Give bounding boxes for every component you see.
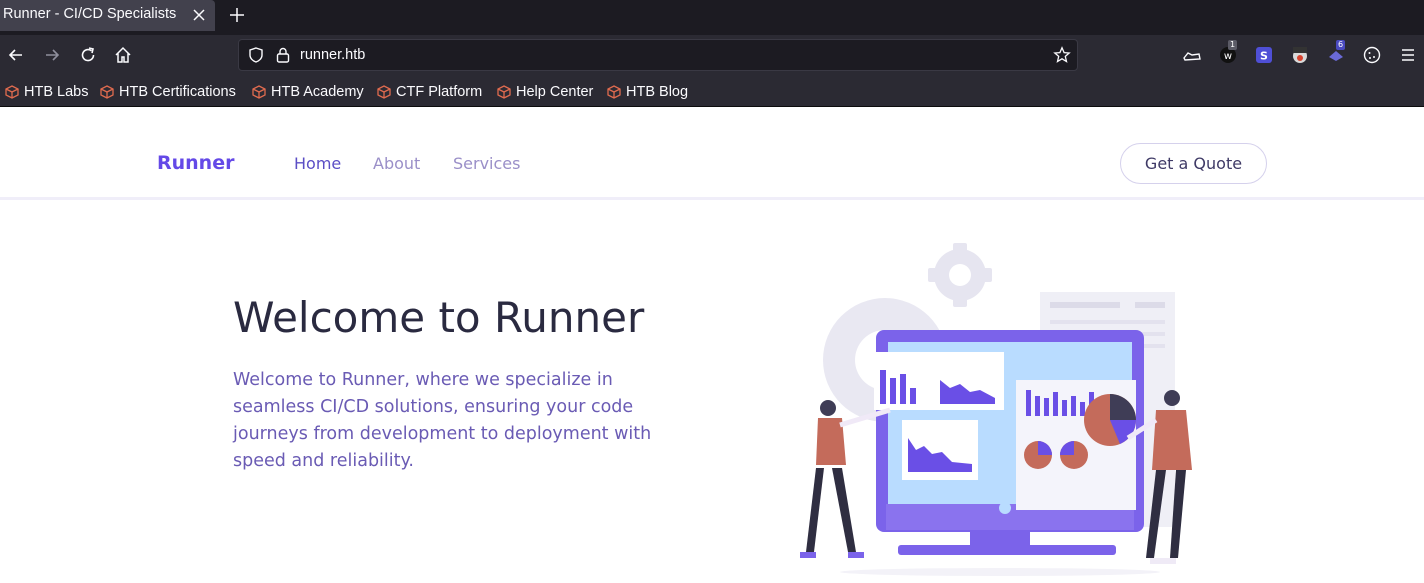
browser-tab[interactable]: Runner - CI/CD Specialists	[0, 0, 215, 31]
nav-link-about[interactable]: About	[373, 154, 420, 173]
bookmark-label: Help Center	[516, 84, 594, 100]
get-a-quote-button[interactable]: Get a Quote	[1120, 143, 1267, 184]
cube-icon	[377, 85, 391, 99]
bookmark-label: HTB Labs	[24, 84, 89, 100]
gear-icon	[928, 243, 992, 307]
cube-icon	[5, 85, 19, 99]
site-header: Runner Home About Services Get a Quote	[0, 108, 1424, 200]
svg-text:w: w	[1224, 51, 1232, 62]
shield-icon[interactable]	[247, 46, 265, 64]
bookmark-label: CTF Platform	[396, 84, 483, 100]
bookmark-htb-blog[interactable]: HTB Blog	[607, 83, 688, 101]
new-tab-icon[interactable]	[226, 4, 248, 26]
site-logo[interactable]: Runner	[157, 152, 234, 174]
bookmarks-toolbar: HTB Labs HTB Certifications HTB Academy …	[0, 75, 1424, 107]
home-icon[interactable]	[113, 45, 133, 65]
bookmark-help-center[interactable]: Help Center	[497, 83, 593, 101]
bookmark-ctf-platform[interactable]: CTF Platform	[377, 83, 482, 101]
extension-burp-icon[interactable]	[1290, 45, 1310, 65]
extension-s-icon[interactable]: S	[1254, 45, 1274, 65]
url-bar[interactable]: runner.htb	[238, 39, 1078, 71]
hero-illustration	[800, 243, 1192, 576]
url-text: runner.htb	[300, 47, 366, 63]
bookmark-htb-academy[interactable]: HTB Academy	[252, 83, 364, 101]
bookmark-label: HTB Blog	[626, 84, 689, 100]
hero-description: Welcome to Runner, where we specialize i…	[233, 370, 652, 471]
bookmark-label: HTB Academy	[271, 84, 364, 100]
reload-icon[interactable]	[78, 45, 98, 65]
browser-toolbar: runner.htb w 1 S 6	[0, 35, 1424, 75]
cube-icon	[497, 85, 511, 99]
browser-tab-bar: Runner - CI/CD Specialists	[0, 0, 1424, 35]
nav-link-home[interactable]: Home	[294, 154, 341, 173]
star-icon[interactable]	[1053, 46, 1071, 64]
nav-link-services[interactable]: Services	[453, 154, 520, 173]
cookie-icon[interactable]	[1362, 45, 1382, 65]
extension-badge: 6	[1336, 40, 1346, 50]
svg-text:S: S	[1260, 50, 1268, 63]
lock-icon[interactable]	[274, 46, 292, 64]
cube-icon	[100, 85, 114, 99]
monitor-stand	[970, 532, 1030, 546]
menu-icon[interactable]	[1398, 45, 1418, 65]
close-icon[interactable]	[189, 5, 209, 25]
bookmark-label: HTB Certifications	[119, 84, 236, 100]
forward-arrow-icon[interactable]	[42, 45, 62, 65]
hero-title: Welcome to Runner	[233, 293, 645, 342]
cube-icon	[607, 85, 621, 99]
bookmark-htb-certifications[interactable]: HTB Certifications	[100, 83, 236, 101]
bookmark-htb-labs[interactable]: HTB Labs	[5, 83, 88, 101]
extension-badge: 1	[1228, 40, 1238, 50]
cube-icon	[252, 85, 266, 99]
extension-shoe-icon[interactable]	[1182, 45, 1202, 65]
tab-title: Runner - CI/CD Specialists	[3, 6, 177, 22]
back-arrow-icon[interactable]	[6, 45, 26, 65]
